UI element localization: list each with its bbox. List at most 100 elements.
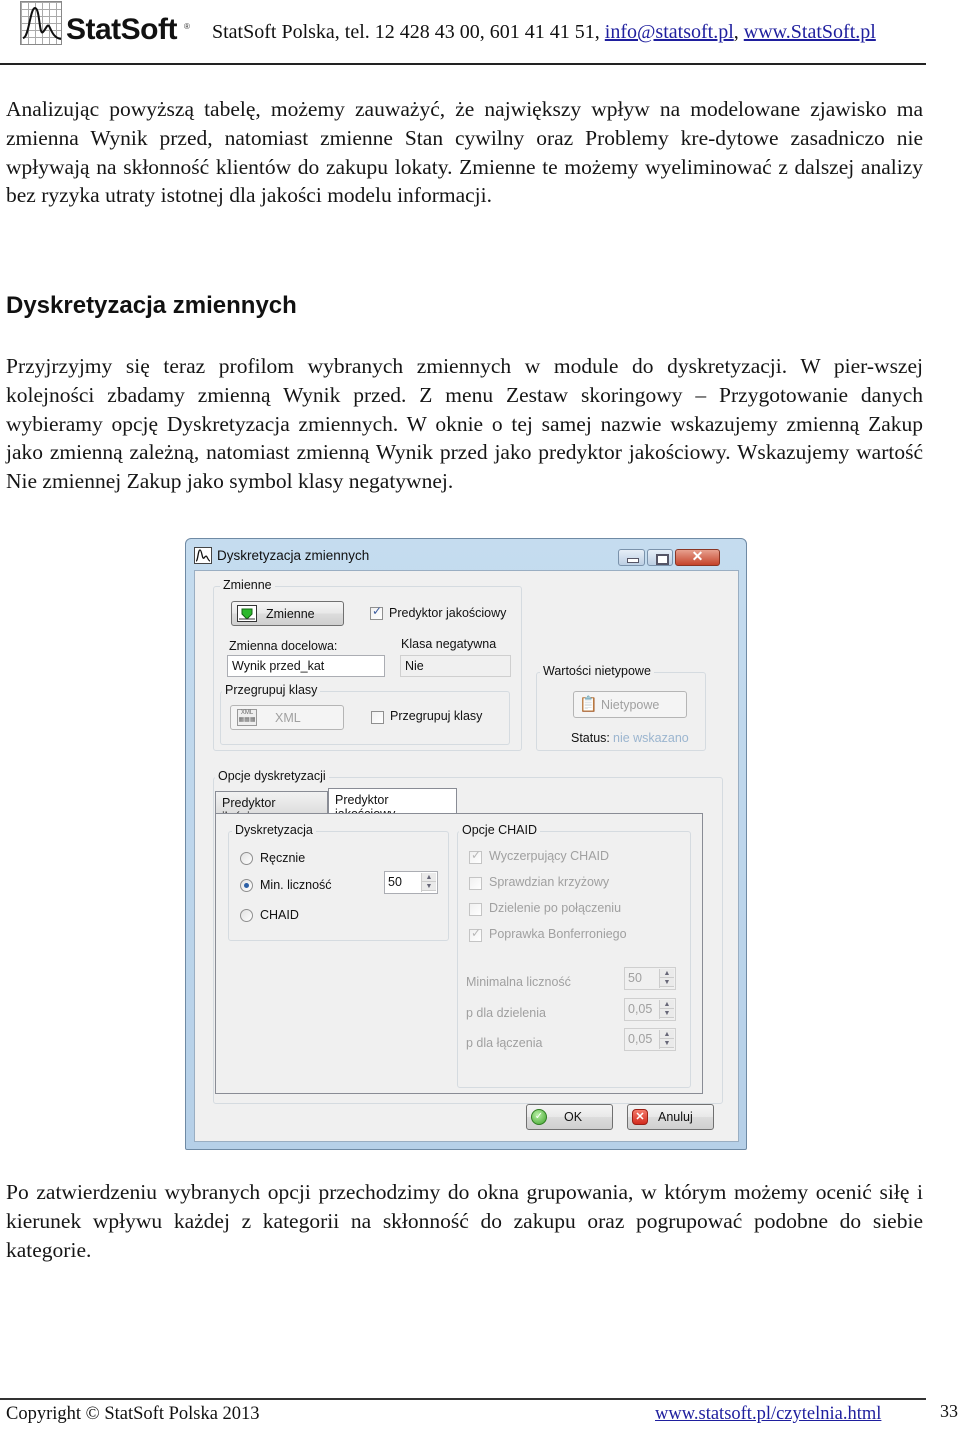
email-link[interactable]: info@statsoft.pl [605, 21, 734, 43]
variables-group: Zmienne Zmienne Predyktor jakościowy Zmi… [213, 578, 522, 751]
p-merge-label: p dla łączenia [466, 1036, 543, 1050]
maximize-button[interactable] [647, 549, 673, 566]
regroup-group-label: Przegrupuj klasy [222, 683, 321, 697]
spin-up-icon[interactable]: ▲ [660, 1000, 674, 1009]
exhaustive-chaid-checkbox[interactable] [469, 848, 482, 864]
spin-down-icon[interactable]: ▼ [422, 882, 436, 891]
p-merge-value: 0,05 [628, 1032, 653, 1046]
dialog-client-area: Zmienne Zmienne Predyktor jakościowy Zmi… [194, 570, 739, 1142]
atypical-values-group: Wartości nietypowe 📋 Nietypowe Status: n… [536, 664, 706, 751]
cross-validation-checkbox[interactable] [469, 877, 482, 890]
page-number: 33 [940, 1401, 958, 1421]
status-value: nie wskazano [613, 731, 689, 745]
xml-button[interactable]: XML ▦▦▦ XML [230, 705, 344, 730]
spin-down-icon[interactable]: ▼ [660, 978, 674, 987]
negative-class-field[interactable]: Nie [400, 655, 511, 677]
registered-mark: ® [184, 22, 190, 31]
cancel-button-label: Anuluj [658, 1110, 693, 1124]
bonferroni-label: Poprawka Bonferroniego [489, 927, 627, 941]
website-link[interactable]: www.StatSoft.pl [744, 21, 876, 43]
close-button[interactable]: ✕ [675, 548, 720, 566]
p-split-label: p dla dzielenia [466, 1006, 546, 1020]
paragraph-next-step: Po zatwierdzeniu wybranych opcji przecho… [6, 1180, 923, 1262]
target-variable-field[interactable]: Wynik przed_kat [227, 655, 385, 677]
min-count-chaid-spinner[interactable]: 50 ▲ ▼ [624, 967, 676, 990]
footer-copyright: Copyright © StatSoft Polska 2013 [6, 1404, 260, 1424]
atypical-icon: 📋 [579, 696, 598, 713]
dialog-title: Dyskretyzacja zmiennych [217, 548, 370, 563]
spin-up-icon[interactable]: ▲ [422, 873, 436, 882]
spin-down-icon[interactable]: ▼ [660, 1039, 674, 1048]
xml-button-label: XML [275, 711, 301, 725]
qualitative-predictor-panel: Dyskretyzacja Ręcznie Min. liczność 50 ▲… [215, 813, 703, 1094]
radio-min-count-label: Min. liczność [260, 878, 332, 892]
target-variable-value: Wynik przed_kat [232, 659, 325, 673]
ok-check-icon: ✓ [531, 1109, 547, 1125]
paragraph-instructions: Przyjrzyjmy się teraz profilom wybranych… [6, 354, 923, 494]
radio-manual-label: Ręcznie [260, 851, 306, 865]
negative-class-label: Klasa negatywna [401, 637, 497, 651]
min-count-spinner[interactable]: 50 ▲ ▼ [384, 871, 438, 894]
spin-up-icon[interactable]: ▲ [660, 1030, 674, 1039]
spin-up-icon[interactable]: ▲ [660, 969, 674, 978]
variables-button-label: Zmienne [266, 607, 315, 621]
atypical-button[interactable]: 📋 Nietypowe [573, 691, 687, 718]
chaid-options-label: Opcje CHAID [459, 823, 541, 837]
close-icon: ✕ [691, 548, 704, 564]
split-after-merge-checkbox[interactable] [469, 903, 482, 916]
bonferroni-checkbox[interactable] [469, 926, 482, 942]
variables-icon [237, 605, 257, 622]
ok-button[interactable]: ✓ OK [526, 1104, 613, 1130]
cancel-button[interactable]: ✕ Anuluj [627, 1104, 714, 1130]
min-count-chaid-label: Minimalna liczność [466, 975, 571, 989]
dialog-titlebar[interactable]: Dyskretyzacja zmiennych ✕ [186, 539, 746, 571]
cancel-x-icon: ✕ [632, 1109, 648, 1125]
split-after-merge-label: Dzielenie po połączeniu [489, 901, 622, 915]
cross-validation-label: Sprawdzian krzyżowy [489, 875, 610, 889]
contact-text: StatSoft Polska, tel. 12 428 43 00, 601 … [212, 21, 605, 43]
status-label: Status: [571, 731, 610, 745]
tab-quantitative-predictor[interactable]: Predyktor ilościowy [215, 791, 328, 824]
variables-button[interactable]: Zmienne [231, 601, 344, 626]
atypical-values-label: Wartości nietypowe [540, 664, 654, 678]
app-icon [194, 547, 212, 564]
radio-manual[interactable] [240, 852, 253, 865]
qualitative-predictor-label: Predyktor jakościowy [389, 606, 507, 620]
regroup-group: Przegrupuj klasy XML ▦▦▦ XML Przegrupuj k… [220, 683, 510, 745]
footer-divider [0, 1398, 926, 1400]
header-contact: StatSoft Polska, tel. 12 428 43 00, 601 … [212, 21, 876, 44]
target-variable-label: Zmienna docelowa: [229, 639, 338, 653]
regroup-checkbox-label: Przegrupuj klasy [390, 709, 483, 723]
p-merge-spinner[interactable]: 0,05 ▲ ▼ [624, 1028, 676, 1051]
qualitative-predictor-checkbox[interactable] [370, 604, 383, 620]
header-divider [0, 63, 926, 65]
discretization-group-label: Dyskretyzacja [232, 823, 316, 837]
discretization-options-label: Opcje dyskretyzacji [215, 769, 329, 783]
min-count-chaid-value: 50 [628, 971, 642, 985]
p-split-value: 0,05 [628, 1002, 653, 1016]
variables-group-label: Zmienne [220, 578, 275, 592]
atypical-button-label: Nietypowe [601, 698, 660, 712]
xml-icon: XML ▦▦▦ [237, 709, 257, 726]
logo-wordmark: StatSoft [66, 13, 178, 46]
minimize-button[interactable] [618, 549, 645, 566]
radio-chaid-label: CHAID [260, 908, 299, 922]
regroup-checkbox[interactable] [371, 711, 384, 724]
contact-separator: , [733, 21, 744, 43]
p-split-spinner[interactable]: 0,05 ▲ ▼ [624, 998, 676, 1021]
radio-min-count[interactable] [240, 879, 253, 892]
ok-button-label: OK [564, 1110, 583, 1124]
spin-down-icon[interactable]: ▼ [660, 1009, 674, 1018]
page-header: StatSoft ® StatSoft Polska, tel. 12 428 … [0, 0, 960, 66]
discretization-options-group: Opcje dyskretyzacji Predyktor ilościowy … [213, 769, 723, 1104]
tab-qualitative-predictor[interactable]: Predyktor jakościowy [328, 788, 457, 821]
negative-class-value: Nie [405, 659, 424, 673]
radio-chaid[interactable] [240, 909, 253, 922]
section-heading: Dyskretyzacja zmiennych [6, 292, 297, 319]
min-count-value: 50 [388, 875, 402, 889]
paragraph-analysis: Analizując powyższą tabelę, możemy zauwa… [6, 97, 923, 208]
statsoft-logo-icon [20, 1, 62, 45]
discretization-group: Dyskretyzacja Ręcznie Min. liczność 50 ▲… [228, 823, 449, 941]
footer-link[interactable]: www.statsoft.pl/czytelnia.html [655, 1404, 881, 1425]
exhaustive-chaid-label: Wyczerpujący CHAID [489, 849, 610, 863]
